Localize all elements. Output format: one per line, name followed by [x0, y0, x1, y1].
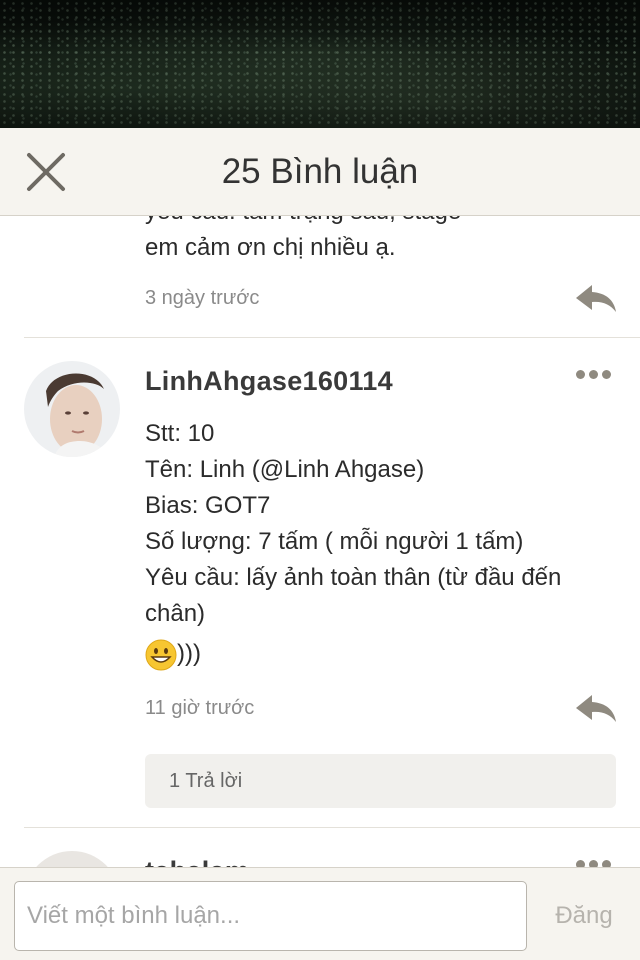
comment-text: yêu cầu: tâm trạng sầu, stage em cảm ơn … — [145, 216, 616, 266]
comment-emoji-line: ))) — [145, 636, 616, 672]
comment-divider — [24, 337, 640, 338]
background-concert-photo — [0, 0, 640, 128]
comment-line: Bias: GOT7 — [145, 492, 271, 519]
comment-line: yêu cầu: tâm trạng sầu, stage — [145, 216, 616, 230]
page-title: 25 Bình luận — [221, 152, 419, 191]
comment-input[interactable] — [14, 881, 527, 951]
reply-arrow-icon — [576, 695, 616, 722]
reply-button[interactable] — [574, 692, 618, 724]
more-options-button[interactable] — [576, 856, 616, 867]
comment-timestamp: 3 ngày trước — [145, 287, 260, 309]
more-options-icon — [576, 370, 585, 379]
reply-button[interactable] — [574, 282, 618, 314]
grinning-face-emoji — [145, 639, 177, 671]
comment-line: Số lượng: 7 tấm ( mỗi người 1 tấm) — [145, 528, 524, 555]
photo-overlay — [0, 0, 640, 128]
post-button[interactable]: Đăng — [540, 881, 628, 951]
more-options-button[interactable] — [576, 366, 616, 382]
comment-line: em cảm ơn chị nhiều ạ. — [145, 234, 396, 261]
comment-username[interactable]: LinhAhgase160114 — [145, 366, 393, 397]
reply-arrow-icon — [576, 285, 616, 312]
avatar-image — [24, 851, 120, 867]
more-options-dot — [589, 370, 598, 379]
more-options-dot — [602, 370, 611, 379]
avatar-image — [24, 361, 120, 457]
more-options-dot — [589, 860, 598, 867]
comment-line: chân) — [145, 600, 206, 627]
avatar[interactable] — [24, 851, 120, 867]
comment-username[interactable]: tahalam — [145, 856, 249, 867]
comment-divider — [24, 827, 640, 828]
emoji-suffix-text: ))) — [177, 640, 201, 667]
comment-timestamp: 11 giờ trước — [145, 697, 255, 719]
comment-line: Yêu cầu: lấy ảnh toàn thân (từ đầu đến — [145, 564, 562, 591]
avatar[interactable] — [24, 361, 120, 457]
comment-text: Stt: 10 Tên: Linh (@Linh Ahgase) Bias: G… — [145, 416, 616, 672]
more-options-icon — [576, 860, 585, 867]
comments-header: 25 Bình luận — [0, 128, 640, 216]
view-replies-button[interactable]: 1 Trả lời — [145, 754, 616, 808]
comment-line: Tên: Linh (@Linh Ahgase) — [145, 456, 425, 483]
comment-line: Stt: 10 — [145, 420, 215, 447]
comment-list[interactable]: yêu cầu: tâm trạng sầu, stage em cảm ơn … — [0, 216, 640, 867]
comment-composer: Đăng — [0, 867, 640, 960]
more-options-dot — [602, 860, 611, 867]
